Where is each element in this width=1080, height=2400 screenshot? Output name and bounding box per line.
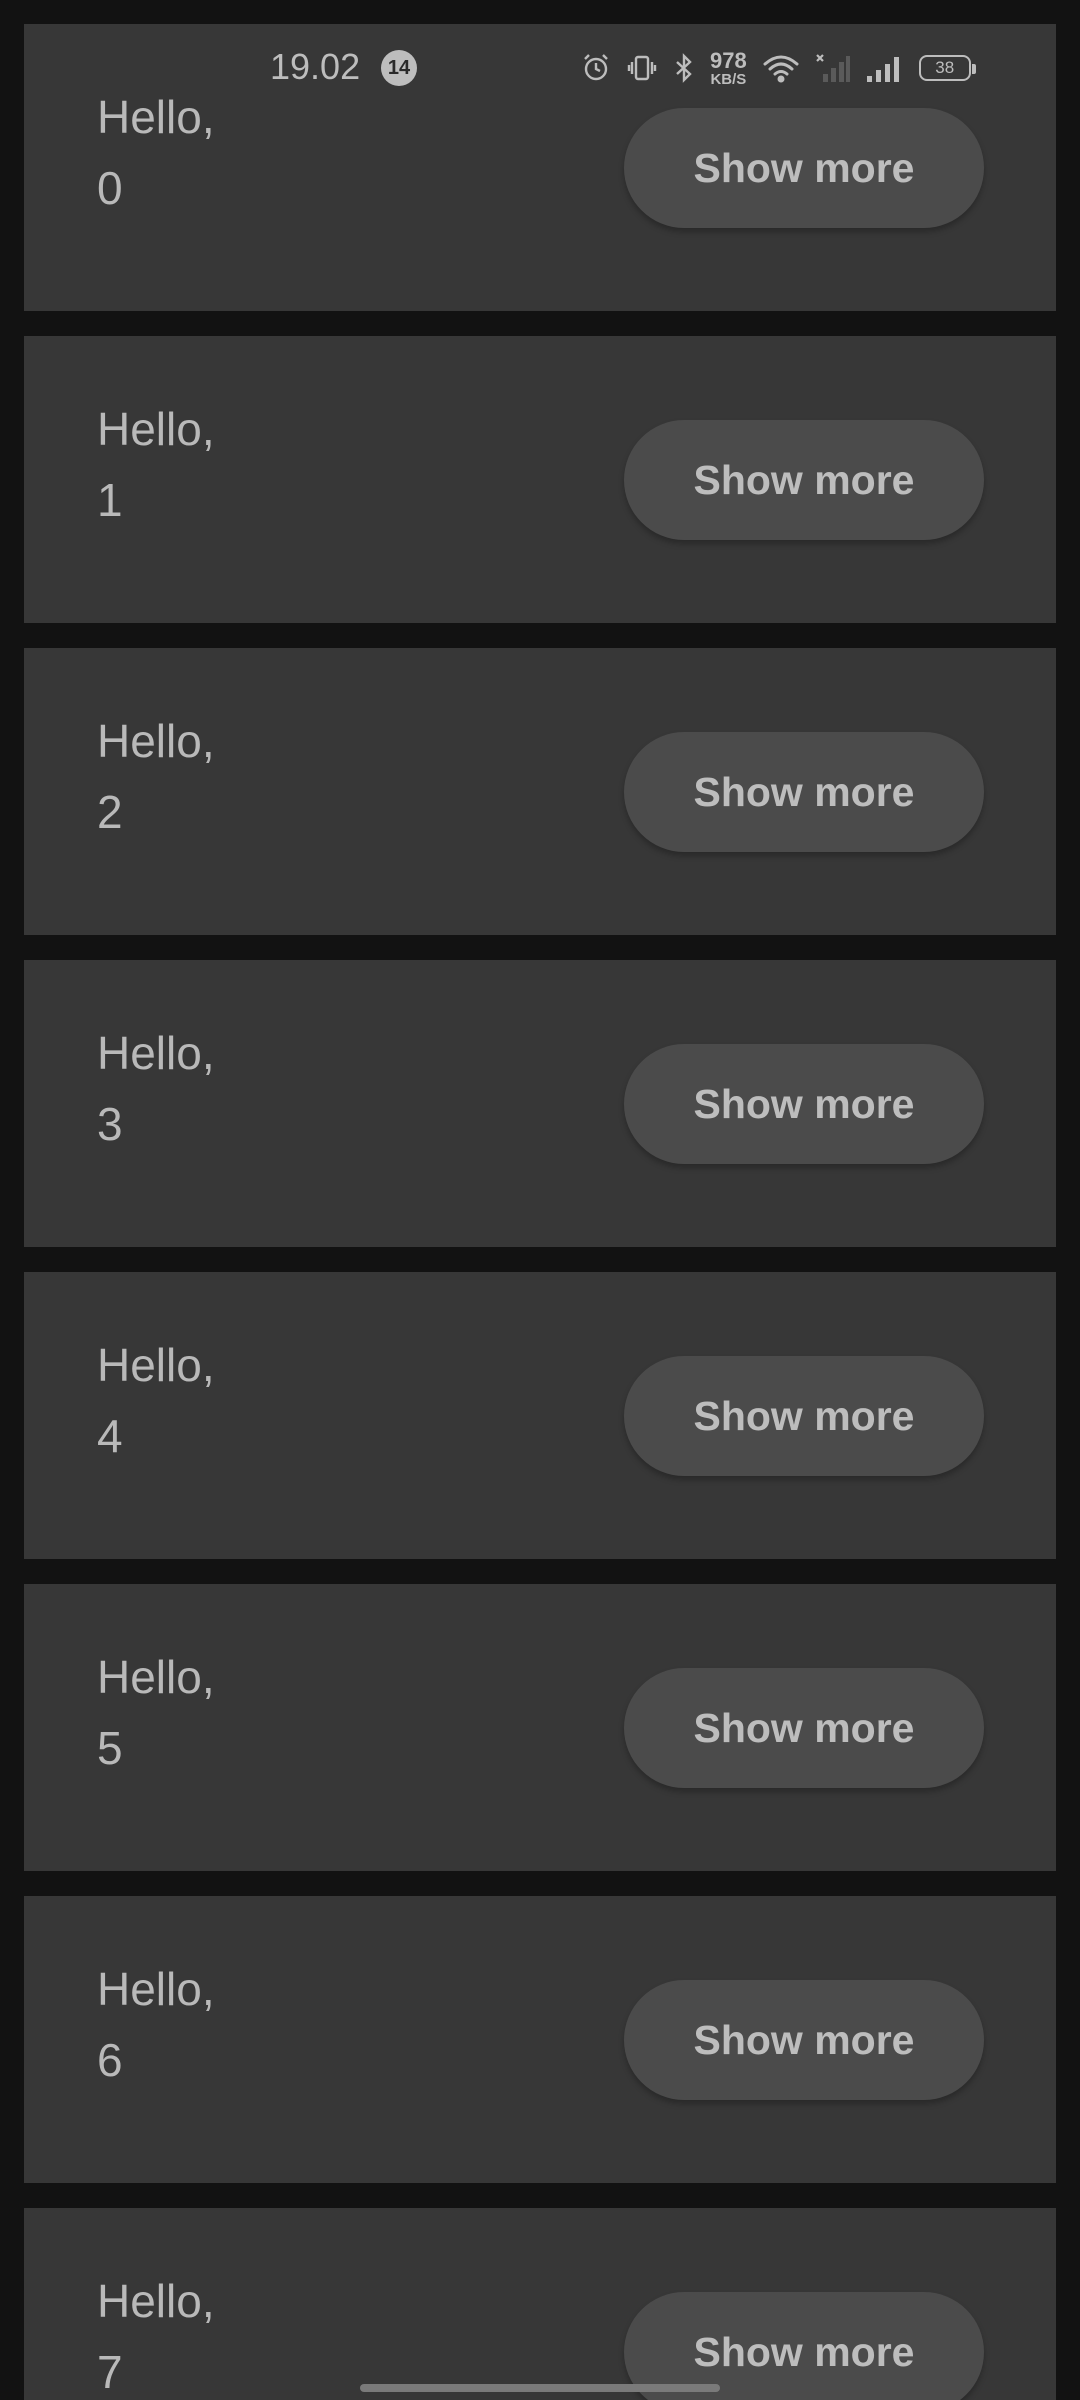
home-indicator-handle[interactable] <box>360 2384 720 2392</box>
greeting-text: Hello, 7 <box>97 2266 215 2400</box>
greeting-label: Hello, <box>97 403 215 455</box>
greeting-text: Hello, 1 <box>97 394 215 536</box>
greeting-list[interactable]: Hello, 0 Show more Hello, 1 Show more He… <box>24 24 1056 2400</box>
greeting-label: Hello, <box>97 715 215 767</box>
list-item: Hello, 3 Show more <box>24 960 1056 1247</box>
list-item: Hello, 4 Show more <box>24 1272 1056 1559</box>
app-screen: Hello, 0 Show more Hello, 1 Show more He… <box>0 0 1080 2400</box>
greeting-number: 6 <box>97 2034 123 2086</box>
greeting-number: 2 <box>97 786 123 838</box>
greeting-number: 3 <box>97 1098 123 1150</box>
greeting-number: 0 <box>97 162 123 214</box>
list-item: Hello, 7 Show more <box>24 2208 1056 2400</box>
greeting-text: Hello, 2 <box>97 706 215 848</box>
show-more-button[interactable]: Show more <box>624 1356 984 1476</box>
show-more-button[interactable]: Show more <box>624 1044 984 1164</box>
greeting-number: 5 <box>97 1722 123 1774</box>
greeting-label: Hello, <box>97 1651 215 1703</box>
greeting-label: Hello, <box>97 91 215 143</box>
greeting-text: Hello, 4 <box>97 1330 215 1472</box>
greeting-number: 7 <box>97 2346 123 2398</box>
status-time: 19.02 <box>270 46 361 87</box>
show-more-button[interactable]: Show more <box>624 732 984 852</box>
list-item: Hello, 5 Show more <box>24 1584 1056 1871</box>
show-more-button[interactable]: Show more <box>624 108 984 228</box>
list-item: Hello, 2 Show more <box>24 648 1056 935</box>
show-more-button[interactable]: Show more <box>624 1668 984 1788</box>
greeting-label: Hello, <box>97 2275 215 2327</box>
show-more-button[interactable]: Show more <box>624 420 984 540</box>
greeting-number: 4 <box>97 1410 123 1462</box>
list-item: Hello, 0 Show more <box>24 24 1056 311</box>
greeting-text: Hello, 3 <box>97 1018 215 1160</box>
greeting-text: Hello, 0 <box>97 82 215 224</box>
greeting-label: Hello, <box>97 1963 215 2015</box>
show-more-button[interactable]: Show more <box>624 1980 984 2100</box>
greeting-text: Hello, 5 <box>97 1642 215 1784</box>
list-item: Hello, 6 Show more <box>24 1896 1056 2183</box>
greeting-label: Hello, <box>97 1027 215 1079</box>
list-item: Hello, 1 Show more <box>24 336 1056 623</box>
greeting-label: Hello, <box>97 1339 215 1391</box>
greeting-number: 1 <box>97 474 123 526</box>
greeting-text: Hello, 6 <box>97 1954 215 2096</box>
